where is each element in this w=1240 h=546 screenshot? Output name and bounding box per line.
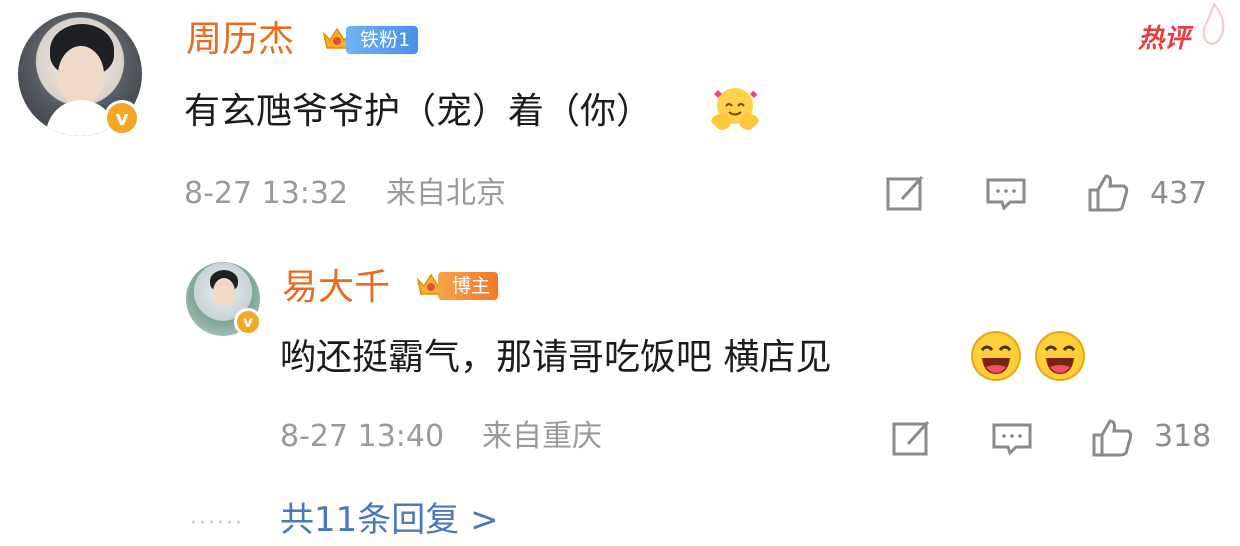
repost-icon[interactable] <box>884 173 928 213</box>
comment-icon[interactable] <box>984 174 1028 214</box>
hot-flame-icon <box>1202 2 1225 45</box>
fan-level-badge: 铁粉1 <box>346 26 419 54</box>
like-icon[interactable] <box>1090 417 1134 457</box>
laughing-face-emoji <box>1035 331 1085 381</box>
like-icon[interactable] <box>1086 172 1130 212</box>
top-comment-date: 8-27 13:32 <box>184 176 349 211</box>
more-replies-dots: ······ <box>190 511 244 536</box>
reply-location: 来自重庆 <box>482 419 602 454</box>
reply-author[interactable]: 易大千 <box>282 268 390 308</box>
repost-icon[interactable] <box>890 418 934 458</box>
top-comment-author[interactable]: 周历杰 <box>186 20 294 60</box>
reply-like-count: 318 <box>1154 419 1212 454</box>
reply-text: 哟还挺霸气，那请哥吃饭吧 横店见 <box>280 337 832 378</box>
comment-icon[interactable] <box>990 419 1034 459</box>
blogger-badge: 博主 <box>438 272 499 300</box>
more-replies-link[interactable]: 共11条回复 > <box>280 500 499 540</box>
top-comment-location: 来自北京 <box>386 176 506 211</box>
hot-comment-label: 热评 <box>1138 24 1191 54</box>
hugging-face-emoji <box>711 88 759 130</box>
top-comment-text: 有玄虺爷爷护（宠）着（你） <box>184 91 653 132</box>
top-comment-like-count: 437 <box>1150 176 1208 211</box>
laughing-face-emoji <box>971 331 1021 381</box>
reply-date: 8-27 13:40 <box>280 419 445 454</box>
verified-badge-icon: v <box>234 308 262 336</box>
verified-badge-icon: v <box>104 100 140 136</box>
